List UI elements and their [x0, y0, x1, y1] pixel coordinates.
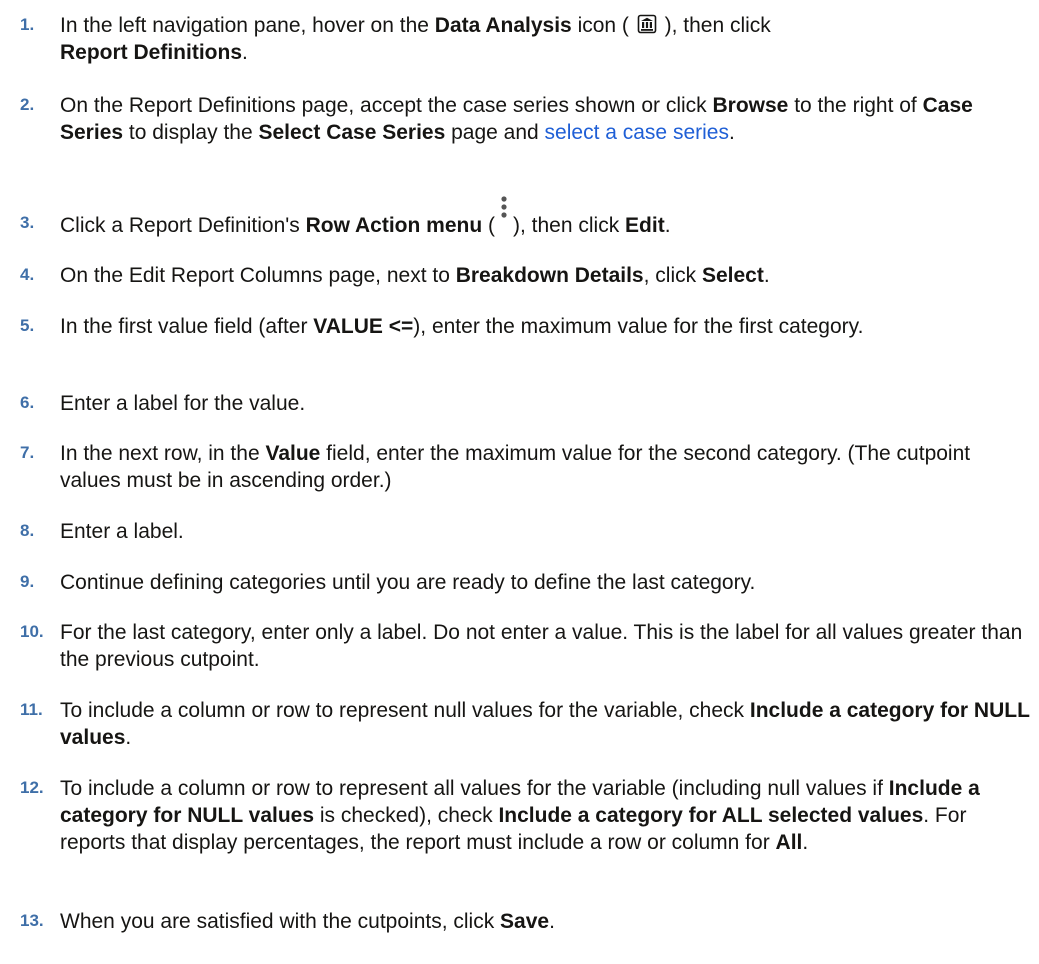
step-text: To include a column or row to represent … [60, 775, 1035, 856]
ui-term-edit: Edit [625, 214, 665, 237]
step-text: For the last category, enter only a labe… [60, 621, 1023, 671]
step-text-segment: page and [445, 121, 545, 144]
ui-term-row-action-menu: Row Action menu [305, 214, 483, 237]
step-number: 9. [20, 572, 35, 591]
step-text-segment: On the Edit Report Columns page, next to [60, 264, 456, 287]
step-text-segment: . [763, 264, 770, 287]
step-number: 1. [20, 15, 35, 34]
step-text-segment: . [728, 121, 735, 144]
step-text-segment: . [549, 910, 555, 933]
step-text-segment: Click a Report Definition's [60, 214, 306, 237]
ui-term-browse: Browse [712, 94, 789, 117]
step-text-segment: is checked), check [314, 804, 499, 827]
step-text-segment: icon ( [571, 14, 635, 37]
step-text-segment: In the left navigation pane, hover on th… [60, 14, 435, 37]
ui-term-report-definitions: Report Definitions [60, 41, 242, 64]
step-number: 5. [20, 316, 35, 335]
step-text-segment: In the first value field (after [60, 315, 314, 338]
step-text: Continue defining categories until you a… [60, 571, 756, 594]
step-text: In the left navigation pane, hover on th… [60, 12, 1035, 66]
step-text: To include a column or row to represent … [60, 697, 1035, 751]
step-text-segment: . [664, 214, 671, 237]
step-text-segment: On the Report Definitions page, accept t… [60, 94, 713, 117]
ui-term-select-case-series: Select Case Series [258, 121, 446, 144]
ui-term-value-lte: VALUE <= [313, 315, 414, 338]
step-text-segment: To include a column or row to represent … [60, 699, 750, 722]
step-text: In the first value field (after VALUE <=… [60, 313, 1035, 340]
step-text: Click a Report Definition's Row Action m… [60, 196, 1035, 239]
step-number: 4. [20, 265, 35, 284]
step-text-segment: To include a column or row to represent … [60, 777, 889, 800]
ui-term-data-analysis: Data Analysis [434, 14, 572, 37]
data-analysis-icon [637, 14, 657, 34]
step-number: 8. [20, 521, 35, 540]
step-text: When you are satisfied with the cutpoint… [60, 908, 1035, 935]
step-text-segment: ), then click [658, 14, 771, 37]
step-text: On the Edit Report Columns page, next to… [60, 262, 1035, 289]
ui-term-all: All [775, 831, 803, 854]
step-text-segment: In the next row, in the [60, 442, 266, 465]
ui-term-breakdown-details: Breakdown Details [455, 264, 644, 287]
step-number: 13. [20, 911, 44, 930]
step-text: In the next row, in the Value field, ent… [60, 440, 1035, 494]
step-number: 3. [20, 213, 35, 232]
step-text-segment: . [125, 726, 132, 749]
step-text: On the Report Definitions page, accept t… [60, 92, 1035, 146]
step-text-segment: ), enter the maximum value for the first… [413, 315, 864, 338]
kebab-menu-icon [495, 196, 513, 232]
step-text: Enter a label. [60, 520, 184, 543]
step-text-segment: ( [482, 214, 495, 237]
ui-term-save: Save [500, 910, 550, 933]
step-text-segment: to display the [123, 121, 259, 144]
step-number: 2. [20, 95, 35, 114]
step-number: 10. [20, 622, 44, 641]
step-number: 7. [20, 443, 35, 462]
ui-term-value: Value [265, 442, 321, 465]
step-text-segment: . [802, 831, 809, 854]
step-text-segment: . [242, 41, 248, 64]
ui-term-select: Select [701, 264, 764, 287]
step-number: 12. [20, 778, 44, 797]
step-number: 11. [20, 700, 43, 719]
step-text-segment: When you are satisfied with the cutpoint… [60, 910, 501, 933]
ui-term-include-all-category: Include a category for ALL selected valu… [498, 804, 924, 827]
select-case-series-link[interactable]: select a case series [545, 121, 729, 144]
step-number: 6. [20, 393, 35, 412]
step-text-segment: to the right of [788, 94, 923, 117]
step-text-segment: ), then click [513, 214, 626, 237]
step-text-segment: , click [643, 264, 702, 287]
step-text: Enter a label for the value. [60, 392, 306, 415]
